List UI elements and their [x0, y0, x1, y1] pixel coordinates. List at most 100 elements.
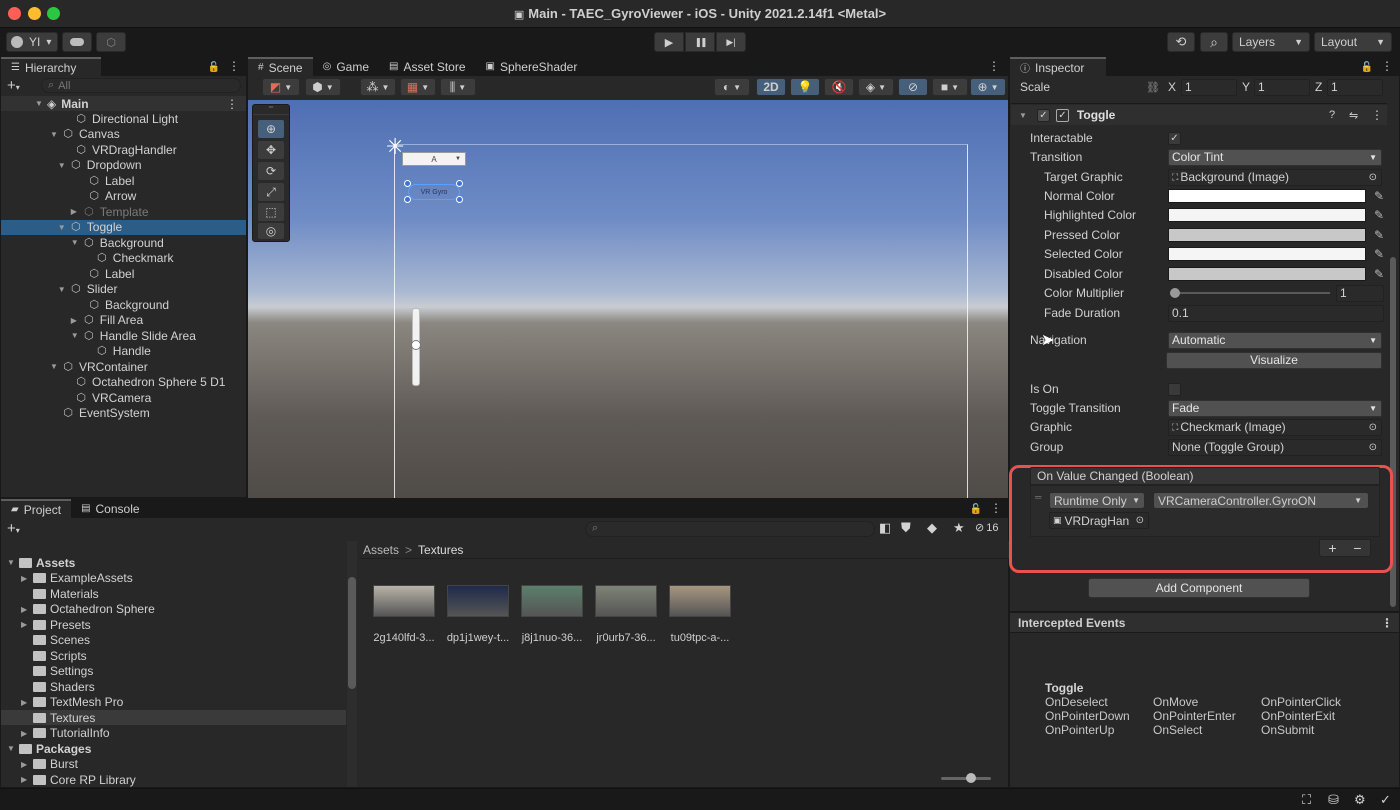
texture-label[interactable]: jr0urb7-36... [589, 632, 663, 644]
folder-tree-scrollbar[interactable] [347, 541, 357, 787]
highlighted-color-swatch[interactable] [1168, 208, 1366, 222]
object-picker-icon[interactable]: ⊙ [1369, 422, 1377, 433]
color-multiplier-slider[interactable] [1170, 288, 1330, 298]
more-options-icon[interactable]: ⋮ [988, 59, 1000, 73]
hierarchy-item[interactable]: ⬡ Handle [1, 344, 246, 359]
toggle-transition-dropdown[interactable]: Fade ▼ [1168, 399, 1382, 417]
hierarchy-item[interactable]: ⬡ Background [1, 297, 246, 312]
tab-sphere-shader[interactable]: ▣ SphereShader [476, 57, 588, 76]
preset-icon[interactable]: ⇋ [1349, 109, 1358, 122]
hierarchy-item[interactable]: ⬡ EventSystem [1, 406, 246, 421]
scrollbar-thumb[interactable] [348, 577, 356, 689]
more-options-icon[interactable]: ⋮ [226, 97, 238, 111]
texture-thumbnail[interactable] [447, 585, 509, 617]
eyedropper-icon[interactable]: ✎ [1374, 228, 1386, 242]
scene-toggle-widget[interactable]: VR Gyro [408, 184, 460, 200]
hierarchy-item[interactable]: ⬡ VRCamera [1, 390, 246, 405]
camera-settings-dropdown[interactable]: ■ ▼ [932, 78, 968, 96]
more-options-icon[interactable]: ⋮ [990, 501, 1002, 515]
scene-slider-handle[interactable] [411, 339, 421, 350]
view-tool-button[interactable]: ⊕ [257, 119, 285, 139]
tab-console[interactable]: ▤ Console [71, 499, 149, 518]
chevron-right-icon[interactable]: ▶ [21, 574, 31, 583]
intercepted-events-header[interactable]: Intercepted Events ⋮ [1010, 613, 1399, 633]
project-folder-item[interactable]: ▶ Octahedron Sphere [1, 602, 346, 617]
project-folder-item[interactable]: ▶ TextMesh Pro [1, 695, 346, 710]
hierarchy-item[interactable]: ▼ ⬡ Slider [1, 282, 246, 297]
chevron-right-icon[interactable]: ▶ [21, 620, 31, 629]
slider-handle[interactable] [966, 773, 976, 783]
interactable-checkbox[interactable]: ✓ [1168, 131, 1181, 145]
texture-label[interactable]: j8j1nuo-36... [515, 632, 589, 644]
shading-dropdown[interactable]: ⬢ ▼ [305, 78, 341, 96]
project-folder-item[interactable]: ▶ Core RP Library [1, 772, 346, 787]
project-folder-item[interactable]: ▶ Burst [1, 757, 346, 772]
scene-dropdown-widget[interactable]: A ▼ [402, 152, 466, 166]
chevron-down-icon[interactable]: ▼ [58, 285, 68, 294]
listener-object-field[interactable]: ▣ VRDragHan ⊙ [1049, 512, 1149, 529]
toggle-component-header[interactable]: ▼ ✓ ✓ Toggle ? ⇋ ⋮ [1011, 105, 1387, 125]
help-icon[interactable]: ? [1329, 109, 1335, 121]
hierarchy-item[interactable]: ⬡ Label [1, 173, 246, 188]
lock-icon[interactable]: 🔓 [970, 504, 982, 515]
scene-header-row[interactable]: ▼ ◈ Main ⋮ [1, 96, 246, 111]
chevron-right-icon[interactable]: ▶ [21, 729, 31, 738]
add-component-button[interactable]: Add Component [1088, 578, 1310, 598]
step-button[interactable]: ▶| [716, 32, 746, 52]
grid-dropdown[interactable]: ▦ ▼ [400, 78, 436, 96]
texture-thumbnail[interactable] [595, 585, 657, 617]
scale-tool-button[interactable]: ⤢ [257, 182, 285, 202]
chevron-down-icon[interactable]: ▼ [58, 161, 68, 170]
rect-handle[interactable] [456, 180, 463, 187]
component-enabled-checkbox[interactable]: ✓ [1036, 108, 1050, 122]
more-options-icon[interactable]: ⋮ [1381, 616, 1393, 630]
undo-history-button[interactable]: ⟲ [1167, 32, 1195, 52]
hierarchy-search-input[interactable]: ⌕ All [41, 78, 241, 93]
hierarchy-item[interactable]: ▶ ⬡ Fill Area [1, 313, 246, 328]
project-folder-item[interactable]: ▼ Packages [1, 741, 346, 756]
eyedropper-icon[interactable]: ✎ [1374, 267, 1386, 281]
scene-visibility-button[interactable]: ⊘ [898, 78, 928, 96]
target-graphic-field[interactable]: ⛶ Background (Image) ⊙ [1168, 168, 1382, 186]
collab-button[interactable]: ⬡ [96, 32, 126, 52]
constrain-proportions-icon[interactable]: ⛓ [1146, 81, 1160, 94]
chevron-right-icon[interactable]: ▶ [71, 316, 81, 325]
tab-scene[interactable]: # Scene [248, 57, 313, 76]
label-tag-icon[interactable]: ◆ [927, 520, 937, 536]
pause-button[interactable]: ❚❚ [685, 32, 715, 52]
hierarchy-item[interactable]: ▼ ⬡ VRContainer [1, 359, 246, 374]
filter-icon[interactable]: ⛊ [901, 520, 911, 536]
lighting-toggle-button[interactable]: 💡 [790, 78, 820, 96]
transform-tool-button[interactable]: ◎ [257, 222, 285, 240]
navigation-dropdown[interactable]: Automatic ▼ [1168, 331, 1382, 349]
texture-label[interactable]: tu09tpc-a-... [663, 632, 737, 644]
project-folder-item[interactable]: ▶ TutorialInfo [1, 726, 346, 741]
runtime-mode-dropdown[interactable]: Runtime Only ▼ [1049, 492, 1145, 509]
draw-mode-dropdown[interactable]: ◩ ▼ [262, 78, 300, 96]
tab-asset-store[interactable]: ▤ Asset Store [379, 57, 475, 76]
eyedropper-icon[interactable]: ✎ [1374, 189, 1386, 203]
audio-toggle-button[interactable]: 🔇 [824, 78, 854, 96]
play-button[interactable]: ▶ [654, 32, 684, 52]
search-by-type-icon[interactable]: ◧ [879, 520, 891, 536]
layout-dropdown[interactable]: Layout ▼ [1314, 32, 1392, 52]
texture-thumbnail[interactable] [521, 585, 583, 617]
scale-y-input[interactable]: 1 [1254, 78, 1310, 96]
chevron-down-icon[interactable]: ▼ [71, 238, 81, 247]
chevron-right-icon[interactable]: ▶ [21, 775, 31, 784]
texture-thumbnail[interactable] [373, 585, 435, 617]
scene-viewport[interactable]: ✳ A ▼ VR Gyro [248, 100, 1008, 498]
tab-inspector[interactable]: ⓘ Inspector [1010, 57, 1106, 76]
chevron-down-icon[interactable]: ▼ [50, 130, 60, 139]
move-snap-dropdown[interactable]: ⁂ ▼ [360, 78, 396, 96]
breadcrumb-assets[interactable]: Assets [363, 543, 399, 557]
tab-game[interactable]: ◎ Game [313, 57, 379, 76]
chevron-right-icon[interactable]: ▶ [21, 698, 31, 707]
disabled-color-swatch[interactable] [1168, 267, 1366, 281]
hidden-packages-icon[interactable]: ⊘ 16 [975, 521, 998, 534]
lock-icon[interactable]: 🔓 [208, 62, 220, 73]
tab-project[interactable]: ▰ Project [1, 499, 72, 518]
chevron-down-icon[interactable]: ▼ [58, 223, 68, 232]
cache-server-icon[interactable]: ⛁ [1328, 792, 1339, 808]
breadcrumb-textures[interactable]: Textures [418, 543, 463, 557]
